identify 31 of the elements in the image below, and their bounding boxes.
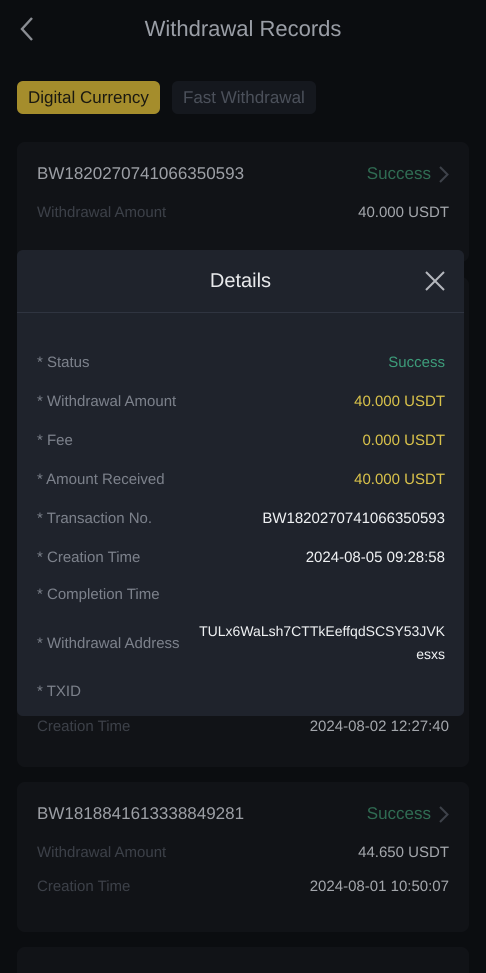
record-number: BW1820270741066350593 — [37, 164, 244, 184]
detail-label: * Status — [37, 354, 90, 371]
detail-label: * Completion Time — [37, 586, 160, 603]
detail-label: * Amount Received — [37, 471, 165, 488]
back-icon[interactable] — [20, 17, 34, 41]
field-value: 44.650 USDT — [358, 844, 449, 861]
record-number: BW1818841613338849281 — [37, 804, 244, 824]
detail-value: TULx6WaLsh7CTTkEeffqdSCSY53JVKesxs — [199, 622, 445, 664]
detail-value: 2024-08-05 09:28:58 — [306, 548, 445, 568]
field-value: 2024-08-02 12:27:40 — [310, 718, 449, 735]
chevron-right-icon — [439, 166, 449, 182]
detail-label: * Creation Time — [37, 549, 140, 566]
page-title: Withdrawal Records — [144, 16, 342, 42]
detail-value: BW1820270741066350593 — [262, 509, 445, 529]
status-text: Success — [366, 164, 431, 184]
status-text: Success — [366, 804, 431, 824]
detail-value: 0.000 USDT — [362, 431, 445, 451]
chevron-right-icon — [439, 806, 449, 822]
detail-label: * Withdrawal Address — [37, 634, 180, 652]
detail-label: * Fee — [37, 432, 73, 449]
detail-label: * TXID — [37, 683, 81, 700]
field-value: 2024-08-01 10:50:07 — [310, 878, 449, 895]
close-icon[interactable] — [425, 271, 445, 291]
detail-label: * Withdrawal Amount — [37, 393, 176, 410]
field-value: 40.000 USDT — [358, 204, 449, 221]
tab[interactable]: Digital Currency — [17, 81, 160, 114]
detail-value: 40.000 USDT — [354, 470, 445, 490]
detail-label: * Transaction No. — [37, 510, 152, 527]
detail-value: Success — [388, 353, 445, 373]
detail-value: 40.000 USDT — [354, 392, 445, 412]
dialog-title: Details — [210, 270, 272, 292]
